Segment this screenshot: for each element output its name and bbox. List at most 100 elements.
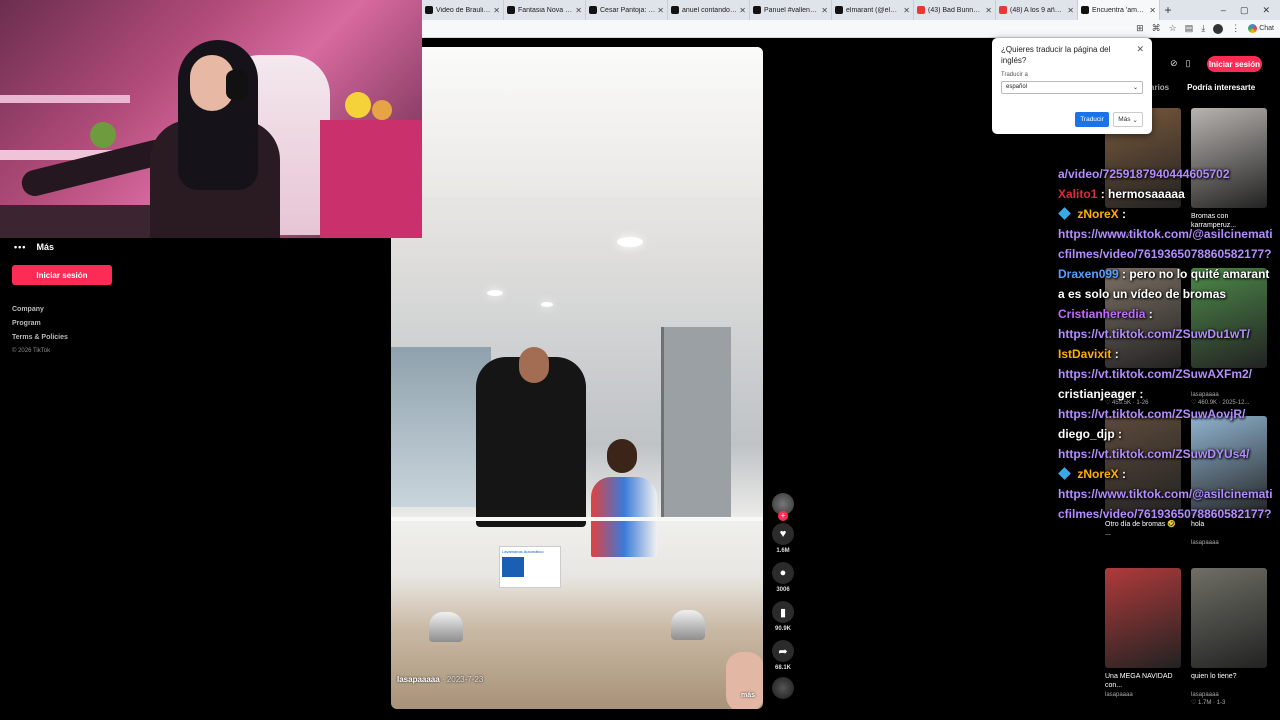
star-icon[interactable]: ☆ bbox=[1169, 23, 1177, 34]
chat-text: hermosaaaaa bbox=[1108, 187, 1185, 201]
share-action[interactable]: ➦ 68.1K bbox=[772, 640, 794, 671]
translate-buttons: Traducir Más ⌄ bbox=[1075, 112, 1143, 127]
right-tabs: arios Podría interesarte bbox=[1150, 83, 1255, 92]
browser-tab-strip: Video de Braulio Ro✕Fantasia Nova do M✕C… bbox=[422, 0, 1280, 20]
chat-colon: : bbox=[1118, 267, 1130, 281]
webcam-bed bbox=[320, 120, 422, 238]
video-author-line[interactable]: lasapaaaaa · 2023-7-23 bbox=[397, 675, 483, 684]
card-author[interactable]: lasapaaaa bbox=[1105, 692, 1181, 698]
downloads-icon[interactable]: ⤓ bbox=[1201, 23, 1205, 34]
webcam-desk bbox=[0, 205, 160, 238]
comment-icon[interactable]: ● bbox=[772, 562, 794, 584]
browser-tab-label: anuel contando vall bbox=[682, 6, 738, 14]
browser-tab[interactable]: (43) Bad Bunny bto ✕ bbox=[914, 0, 996, 20]
ceiling-light bbox=[487, 290, 503, 296]
save-action[interactable]: ▮ 90.9K bbox=[772, 601, 794, 632]
browser-tab[interactable]: elmarant (@elmara ✕ bbox=[832, 0, 914, 20]
tab-close-icon[interactable]: ✕ bbox=[821, 6, 828, 15]
video-ceiling bbox=[391, 47, 763, 197]
bookmark-icon[interactable]: ▮ bbox=[772, 601, 794, 623]
login-button-right[interactable]: Iniciar sesión bbox=[1207, 56, 1262, 72]
chat-username: zNoreX bbox=[1074, 207, 1119, 221]
share-count: 68.1K bbox=[774, 665, 791, 671]
music-disc-icon[interactable] bbox=[772, 677, 794, 699]
video-thumbnail[interactable] bbox=[1105, 568, 1181, 668]
video-thumbnail[interactable] bbox=[1191, 568, 1267, 668]
tab-close-icon[interactable]: ✕ bbox=[739, 6, 746, 15]
more-label: Más bbox=[36, 242, 54, 252]
footer-terms-link[interactable]: Terms & Policies bbox=[12, 334, 68, 341]
footer-program-link[interactable]: Program bbox=[12, 320, 68, 327]
video-man-head bbox=[519, 347, 549, 383]
share-icon[interactable]: ➦ bbox=[772, 640, 794, 662]
translate-question: ¿Quieres traducir la página del inglés? bbox=[1001, 45, 1111, 65]
tab-close-icon[interactable]: ✕ bbox=[575, 6, 582, 15]
more-menu-item[interactable]: ••• Más bbox=[14, 242, 54, 252]
tab-close-icon[interactable]: ✕ bbox=[493, 6, 500, 15]
menu-icon[interactable]: ⋮ bbox=[1231, 23, 1240, 34]
video-more-link[interactable]: más bbox=[741, 692, 755, 699]
chat-username: Xalito1 bbox=[1058, 187, 1098, 201]
close-icon[interactable]: ✕ bbox=[1136, 44, 1144, 55]
tab-close-icon[interactable]: ✕ bbox=[1067, 6, 1074, 15]
browser-tab[interactable]: Video de Braulio Ro✕ bbox=[422, 0, 504, 20]
video-author[interactable]: lasapaaaaa bbox=[397, 675, 440, 684]
coin-icon[interactable]: ⊘ bbox=[1170, 58, 1178, 69]
profile-avatar[interactable] bbox=[1213, 23, 1224, 34]
browser-tab[interactable]: Panuel #vallenato M✕ bbox=[750, 0, 832, 20]
login-button-left[interactable]: Iniciar sesión bbox=[12, 265, 112, 285]
faucet bbox=[671, 610, 705, 640]
card-author[interactable]: lasapaaaa bbox=[1191, 692, 1267, 698]
tab-comments[interactable]: arios bbox=[1150, 83, 1169, 92]
right-header-icons: ⊘ ▯ bbox=[1170, 58, 1191, 69]
more-options-button[interactable]: Más ⌄ bbox=[1113, 112, 1143, 127]
chat-message: Cristianheredia : https://vt.tiktok.com/… bbox=[1058, 304, 1274, 344]
chat-colon: : bbox=[1118, 207, 1127, 221]
follow-plus-icon[interactable]: + bbox=[778, 511, 788, 521]
youtube-icon bbox=[999, 6, 1007, 14]
tab-close-icon[interactable]: ✕ bbox=[657, 6, 664, 15]
webcam-headset bbox=[226, 70, 248, 100]
chat-username: diego_djp bbox=[1058, 427, 1115, 441]
tiktok-icon bbox=[671, 6, 679, 14]
heart-icon[interactable]: ♥ bbox=[772, 523, 794, 545]
chat-message: diego_djp : https://vt.tiktok.com/ZSuwDY… bbox=[1058, 424, 1274, 464]
verified-badge-icon bbox=[1058, 467, 1071, 480]
language-select[interactable]: español ⌄ bbox=[1001, 80, 1143, 94]
comment-action[interactable]: ● 3006 bbox=[772, 562, 794, 593]
tab-close-icon[interactable]: ✕ bbox=[903, 6, 910, 15]
browser-tab[interactable]: anuel contando vall ✕ bbox=[668, 0, 750, 20]
video-player[interactable]: Lavamanos Automático lasapaaaaa · 2023-7… bbox=[391, 47, 763, 709]
device-icon[interactable]: ▯ bbox=[1186, 58, 1191, 69]
browser-tab[interactable]: Fantasia Nova do M✕ bbox=[504, 0, 586, 20]
creator-avatar[interactable]: + bbox=[772, 493, 794, 521]
new-tab-button[interactable]: + bbox=[1160, 3, 1176, 17]
like-action[interactable]: ♥ 1.6M bbox=[772, 523, 794, 554]
tiktok-icon bbox=[835, 6, 843, 14]
tab-close-icon[interactable]: ✕ bbox=[1149, 6, 1156, 15]
tab-close-icon[interactable]: ✕ bbox=[985, 6, 992, 15]
tiktok-icon bbox=[425, 6, 433, 14]
maximize-icon[interactable]: ▢ bbox=[1240, 5, 1249, 16]
more-dots-icon: ••• bbox=[14, 242, 27, 252]
minimize-icon[interactable]: – bbox=[1221, 5, 1226, 16]
translate-icon[interactable]: ⌘ bbox=[1152, 23, 1161, 34]
video-hand bbox=[726, 652, 763, 709]
chat-button[interactable]: Chat bbox=[1248, 24, 1274, 33]
chat-message: a/video/7259187940444605702 bbox=[1058, 164, 1274, 184]
browser-tab-label: Fantasia Nova do M bbox=[518, 6, 573, 14]
tiktok-left-nav: ••• Más Iniciar sesión Company Program T… bbox=[0, 238, 392, 720]
chat-logo-icon bbox=[1248, 24, 1258, 33]
tab-recommended[interactable]: Podría interesarte bbox=[1187, 83, 1255, 92]
card-author[interactable]: lasapaaaa bbox=[1191, 540, 1267, 546]
suggested-video-card[interactable]: Una MEGA NAVIDAD con... lasapaaaa bbox=[1105, 568, 1181, 699]
close-window-icon[interactable]: ✕ bbox=[1262, 5, 1270, 16]
suggested-video-card[interactable]: quien lo tiene? lasapaaaa ♡ 1.7M · 1-3 bbox=[1191, 568, 1267, 706]
browser-tab[interactable]: (48) A los 9 años m ✕ bbox=[996, 0, 1078, 20]
sidebar-icon[interactable]: ▤ bbox=[1185, 23, 1194, 34]
browser-tab[interactable]: Cesar Pantoja: Crea✕ bbox=[586, 0, 668, 20]
footer-company-link[interactable]: Company bbox=[12, 306, 68, 313]
translate-button[interactable]: Traducir bbox=[1075, 112, 1109, 127]
apps-icon[interactable]: ⊞ bbox=[1136, 23, 1144, 34]
browser-tab[interactable]: Encuentra 'amarant ✕ bbox=[1078, 0, 1160, 20]
